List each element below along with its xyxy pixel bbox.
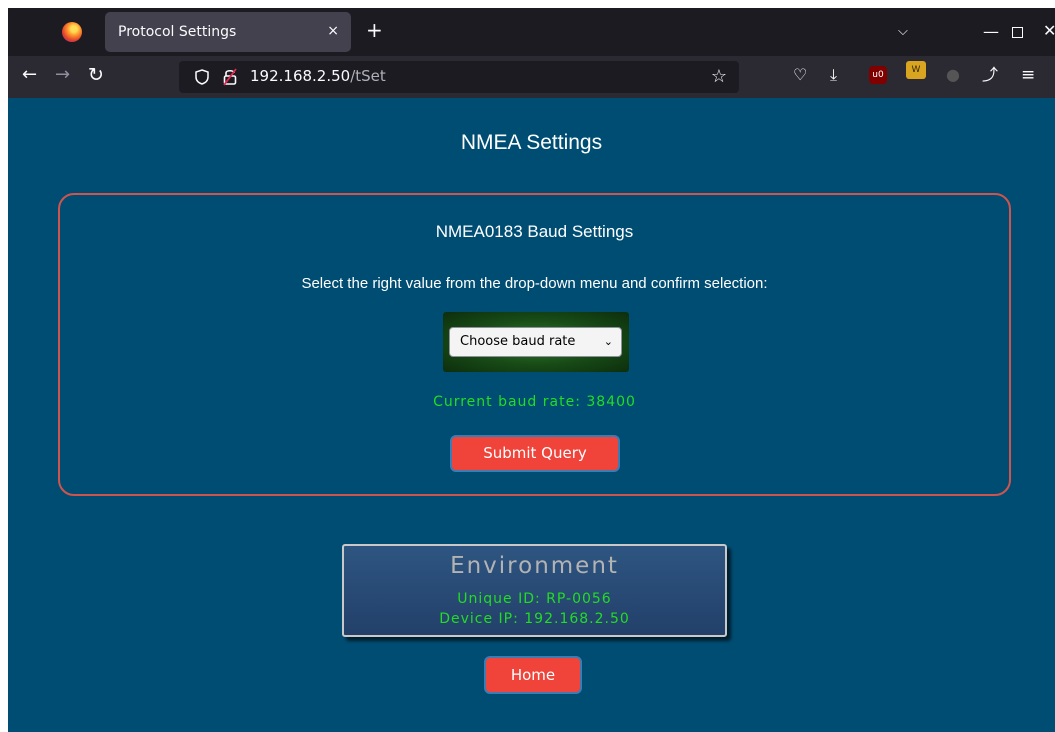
- url-host: 192.168.2.50: [250, 67, 351, 85]
- tab-title: Protocol Settings: [118, 24, 237, 40]
- browser-tab-bar: Protocol Settings × + ⌵ — ✕: [8, 8, 1055, 56]
- reload-icon[interactable]: ↻: [88, 65, 104, 85]
- browser-tab[interactable]: Protocol Settings ×: [105, 12, 351, 52]
- panel-instruction: Select the right value from the drop-dow…: [301, 275, 768, 292]
- menu-icon[interactable]: ≡: [1021, 65, 1035, 85]
- pocket-icon[interactable]: ♡: [793, 65, 807, 85]
- page-content: NMEA Settings NMEA0183 Baud Settings Sel…: [8, 98, 1055, 732]
- new-tab-icon[interactable]: +: [366, 20, 383, 40]
- environment-title: Environment: [450, 553, 619, 579]
- back-arrow-icon[interactable]: ←: [22, 65, 37, 85]
- url-bar[interactable]: 192.168.2.50/tSet ☆: [179, 61, 739, 93]
- submit-query-button[interactable]: Submit Query: [450, 435, 620, 472]
- page-title: NMEA Settings: [460, 131, 603, 154]
- bookmark-star-icon[interactable]: ☆: [711, 66, 727, 87]
- baud-settings-panel: NMEA0183 Baud Settings Select the right …: [58, 193, 1011, 496]
- panel-title: NMEA0183 Baud Settings: [435, 222, 634, 241]
- unique-id: Unique ID: RP-0056: [457, 591, 612, 607]
- baud-rate-select[interactable]: Choose baud rate ⌄: [449, 327, 622, 357]
- current-baud-rate: Current baud rate: 38400: [433, 394, 636, 410]
- environment-box: Environment Unique ID: RP-0056 Device IP…: [342, 544, 727, 637]
- ublock-origin-icon[interactable]: u0: [869, 66, 887, 84]
- baud-select-container: Choose baud rate ⌄: [443, 312, 629, 372]
- maximize-icon[interactable]: [1012, 27, 1023, 38]
- tracking-shield-icon[interactable]: [195, 69, 209, 85]
- chevron-down-icon: ⌄: [603, 335, 613, 348]
- firefox-logo-icon[interactable]: [62, 22, 82, 42]
- close-window-icon[interactable]: ✕: [1043, 21, 1055, 40]
- url-path: /tSet: [350, 67, 386, 85]
- downloads-icon[interactable]: ⤓: [830, 65, 837, 85]
- minimize-icon[interactable]: —: [983, 22, 999, 41]
- url-text[interactable]: 192.168.2.50/tSet: [250, 67, 386, 85]
- forward-arrow-icon[interactable]: →: [55, 65, 70, 85]
- select-value: Choose baud rate: [460, 334, 576, 349]
- browser-nav-bar: ← → ↻ 192.168.2.50/tSet ☆ ♡ ⤓ u0 W ● ⤴ ≡: [8, 56, 1055, 98]
- home-button[interactable]: Home: [484, 656, 582, 694]
- tab-close-icon[interactable]: ×: [327, 23, 339, 39]
- chevron-down-icon[interactable]: ⌵: [898, 24, 908, 39]
- wappalyzer-icon[interactable]: W: [906, 61, 926, 79]
- device-ip: Device IP: 192.168.2.50: [439, 611, 630, 627]
- extension-icon[interactable]: ●: [946, 65, 960, 85]
- extensions-puzzle-icon[interactable]: ⤴: [982, 65, 998, 85]
- connection-lock-icon[interactable]: [223, 68, 237, 86]
